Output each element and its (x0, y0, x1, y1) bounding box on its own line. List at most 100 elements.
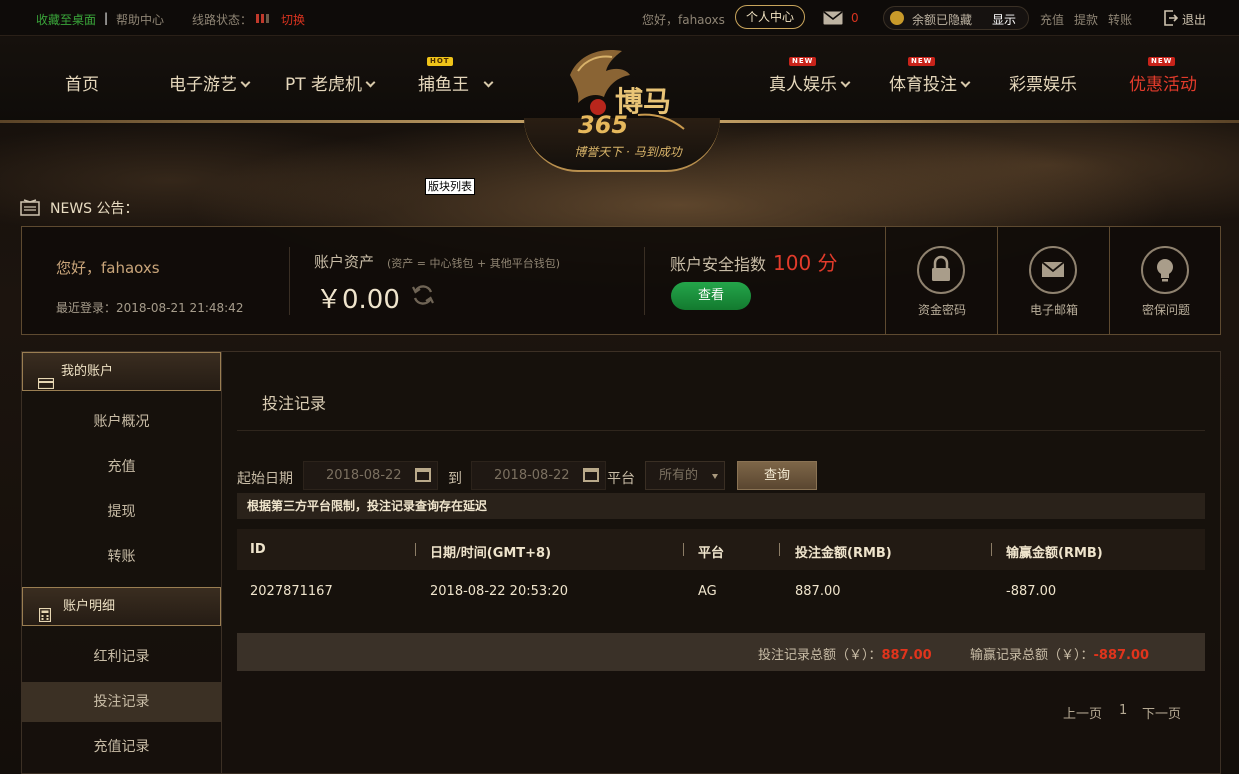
col-datetime: 日期/时间(GMT+8) (430, 546, 552, 561)
main-content: 投注记录 起始日期 2018-08-22 到 2018-08-22 平台 所有的… (222, 351, 1221, 774)
news-label: NEWS 公告： (50, 201, 139, 217)
calendar-icon[interactable] (415, 468, 431, 482)
sidebar-header-my-account[interactable]: 我的账户 (22, 352, 221, 391)
summary-bar: 投注记录总额（￥）：887.00 输赢记录总额（￥）：-887.00 (237, 633, 1205, 671)
coin-icon (890, 11, 904, 25)
transfer-link[interactable]: 转账 (1108, 11, 1132, 28)
assets-value: ￥0.00 (316, 285, 400, 315)
deposit-link[interactable]: 充值 (1040, 11, 1064, 28)
sidebar-item-bonus-records[interactable]: 红利记录 (22, 635, 221, 680)
sidebar-header-account-detail[interactable]: 账户明细 (22, 587, 221, 626)
platform-select[interactable]: 所有的 (645, 461, 725, 490)
assets-label: 账户资产 (314, 253, 375, 271)
cell-bet-amount: 887.00 (795, 584, 841, 599)
end-date-input[interactable]: 2018-08-22 (471, 461, 606, 490)
new-badge: NEW (1148, 57, 1176, 66)
caret-down-icon (712, 474, 718, 479)
nav-egames[interactable]: 电子游艺 (169, 70, 251, 95)
chevron-down-icon (483, 77, 494, 88)
mail-count: 0 (851, 11, 859, 25)
news-icon (20, 199, 40, 216)
to-label: 到 (448, 471, 462, 487)
show-balance-button[interactable]: 显示 (992, 11, 1016, 28)
divider (644, 247, 645, 315)
brand-logo[interactable]: 博马 365 (560, 45, 690, 139)
chevron-down-icon (240, 77, 251, 88)
end-date-value: 2018-08-22 (494, 468, 570, 483)
col-bet-amount: 投注金额(RMB) (795, 546, 892, 561)
line-status-label: 线路状态： (192, 13, 253, 27)
nav-sports[interactable]: 体育投注 (889, 70, 971, 95)
col-separator (991, 543, 992, 556)
chevron-down-icon (840, 77, 851, 88)
start-date-input[interactable]: 2018-08-22 (303, 461, 438, 490)
security-label: 账户安全指数 (670, 255, 767, 274)
mail-icon[interactable] (823, 11, 843, 25)
balance-hidden-text: 余额已隐藏 (912, 13, 973, 27)
win-total-value: -887.00 (1093, 648, 1150, 663)
sidebar-item-overview[interactable]: 账户概况 (22, 400, 221, 445)
title-divider (237, 430, 1205, 431)
win-total: 输赢记录总额（￥）：-887.00 (970, 644, 1149, 663)
fund-password-tile[interactable]: 资金密码 (885, 227, 997, 334)
security-question-label: 密保问题 (1141, 303, 1190, 317)
sidebar-item-transfer[interactable]: 转账 (22, 535, 221, 580)
bet-total: 投注记录总额（￥）：887.00 (758, 644, 932, 663)
bookmark-link[interactable]: 收藏至桌面 (36, 11, 96, 28)
chevron-down-icon (365, 77, 376, 88)
start-date-value: 2018-08-22 (326, 468, 402, 483)
col-separator (683, 543, 684, 556)
switch-line-link[interactable]: 切换 (281, 11, 305, 28)
account-panel: 您好，fahaoxs 最近登录：2018-08-21 21:48:42 账户资产… (21, 226, 1221, 335)
logout-link[interactable]: 退出 (1182, 11, 1206, 28)
envelope-icon (1029, 246, 1077, 294)
chevron-down-icon (960, 77, 971, 88)
security-question-tile[interactable]: 密保问题 (1109, 227, 1221, 334)
signal-icon (256, 11, 271, 25)
prev-page-link[interactable]: 上一页 (1063, 703, 1102, 722)
nav-pt-slots[interactable]: PT 老虎机 (285, 70, 376, 95)
col-platform: 平台 (698, 546, 725, 561)
tooltip: 版块列表 (425, 178, 475, 195)
lock-icon (917, 246, 965, 294)
brand-slogan: 博誉天下 · 马到成功 (574, 145, 682, 159)
personal-center-button[interactable]: 个人中心 (735, 5, 806, 29)
new-badge: NEW (908, 57, 936, 66)
email-tile[interactable]: 电子邮箱 (997, 227, 1109, 334)
nav-fishing[interactable]: 捕鱼王 (418, 70, 494, 95)
col-win-amount: 输赢金额(RMB) (1006, 546, 1103, 561)
sidebar-item-deposit[interactable]: 充值 (22, 445, 221, 490)
refresh-icon[interactable] (411, 283, 435, 307)
sidebar: 我的账户 账户概况 充值 提现 转账 账户明细 红利记录 投注记录 充值记录 (21, 351, 222, 774)
logout-icon[interactable] (1164, 10, 1179, 26)
page-number[interactable]: 1 (1119, 703, 1127, 718)
query-button[interactable]: 查询 (737, 461, 817, 490)
balance-box: 余额已隐藏 显示 (883, 6, 1029, 30)
new-badge: NEW (789, 57, 817, 66)
calendar-icon[interactable] (583, 468, 599, 482)
sidebar-header-label: 我的账户 (61, 364, 114, 379)
platform-label: 平台 (607, 471, 635, 487)
next-page-link[interactable]: 下一页 (1142, 703, 1181, 722)
sidebar-header-label: 账户明细 (63, 599, 116, 614)
hot-badge: HOT (427, 57, 453, 66)
sidebar-item-withdraw[interactable]: 提现 (22, 490, 221, 535)
withdraw-link[interactable]: 提款 (1074, 11, 1098, 28)
delay-notice: 根据第三方平台限制，投注记录查询存在延迟 (237, 493, 1205, 519)
nav-fishing-label: 捕鱼王 (418, 75, 469, 95)
calculator-icon (38, 600, 52, 623)
divider (289, 247, 290, 315)
greeting-section: 您好，fahaoxs 最近登录：2018-08-21 21:48:42 (56, 227, 296, 334)
nav-live[interactable]: 真人娱乐 (769, 70, 851, 95)
nav-live-label: 真人娱乐 (769, 75, 837, 95)
view-security-button[interactable]: 查看 (671, 282, 751, 310)
lightbulb-icon (1141, 246, 1189, 294)
sidebar-item-bet-records[interactable]: 投注记录 (22, 682, 221, 722)
nav-home[interactable]: 首页 (65, 70, 99, 95)
cell-win-amount: -887.00 (1006, 584, 1057, 599)
nav-lottery[interactable]: 彩票娱乐 (1009, 70, 1077, 95)
account-greeting: 您好，fahaoxs (56, 259, 160, 277)
nav-promotions[interactable]: 优惠活动 (1129, 70, 1197, 95)
help-center-link[interactable]: 帮助中心 (116, 11, 164, 28)
sidebar-item-deposit-records[interactable]: 充值记录 (22, 725, 221, 770)
